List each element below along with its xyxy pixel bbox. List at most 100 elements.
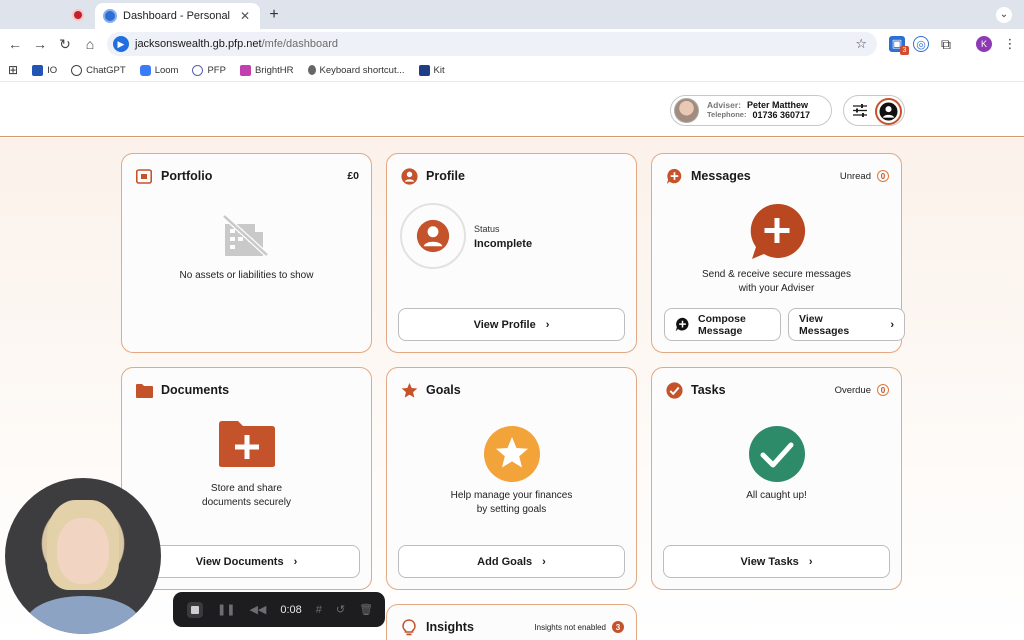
compose-message-button[interactable]: Compose Message [664,308,781,341]
tasks-title: Tasks [691,383,726,397]
unread-label: Unread [839,170,871,182]
delete-icon[interactable]: 🗑 [359,603,373,616]
site-info-icon[interactable]: ▶ [113,36,129,52]
adviser-avatar [674,98,699,123]
bookmark-brighthr[interactable]: BrightHR [239,64,294,76]
reload-button[interactable]: ↻ [56,35,74,53]
portfolio-card[interactable]: Portfolio £0 No assets or liabilities to… [121,153,372,353]
insights-card[interactable]: Insights Insights not enabled 3 [386,604,637,640]
profile-avatar[interactable]: K [976,36,992,52]
extension-2-icon[interactable]: ◎ [913,36,929,52]
recording-controls: ❚❚ ◀◀ 0:08 # ↺ 🗑 [173,592,385,627]
extensions-puzzle-icon[interactable]: ⧉ [938,36,954,52]
pause-icon[interactable]: ❚❚ [217,603,235,616]
address-bar[interactable]: ▶ jacksonswealth.gb.pfp.net/mfe/dashboar… [107,32,877,56]
view-profile-button[interactable]: View Profile › [398,308,625,341]
view-messages-button[interactable]: View Messages › [788,308,905,341]
profile-avatar-icon [416,219,450,253]
recording-tab-icon[interactable] [70,7,86,23]
tab-title: Dashboard - Personal Financ [123,10,232,22]
restart-icon[interactable]: ↺ [336,603,345,616]
bookmarks-bar: ⊞ IO ChatGPT Loom PFP BrightHR Keyboard … [0,59,1024,81]
webcam-overlay[interactable] [5,478,161,634]
browser-tab-strip: Dashboard - Personal Financ ✕ + ⌄ [0,0,1024,29]
all-caught-up-check-icon [749,426,805,482]
bookmark-pfp[interactable]: PFP [192,64,226,76]
lightbulb-icon [400,618,418,636]
profile-title: Profile [426,169,465,183]
view-documents-button[interactable]: View Documents › [133,545,360,578]
goals-card[interactable]: Goals Help manage your finances by settin… [386,367,637,590]
url-path: /mfe/dashboard [261,38,339,50]
view-documents-label: View Documents [195,555,284,568]
view-tasks-button[interactable]: View Tasks › [663,545,890,578]
bookmark-keyboard-shortcuts[interactable]: Keyboard shortcut... [307,64,405,76]
documents-title: Documents [161,383,230,397]
insights-title: Insights [426,620,474,634]
settings-sliders-icon[interactable] [853,104,867,117]
documents-text-line1: Store and share [210,483,283,494]
bookmark-label: PFP [207,64,226,76]
view-profile-label: View Profile [473,318,536,331]
settings-menu[interactable] [843,95,905,126]
portfolio-empty-text: No assets or liabilities to show [179,270,314,281]
site-favicon-icon [103,9,117,23]
profile-icon [400,167,418,185]
close-tab-icon[interactable]: ✕ [238,9,252,23]
home-button[interactable]: ⌂ [81,35,99,53]
new-tab-button[interactable]: + [266,6,282,24]
unread-count-badge: 0 [877,170,889,182]
tab-dashboard[interactable]: Dashboard - Personal Financ ✕ [95,3,260,29]
user-account-icon[interactable] [875,98,902,125]
stop-recording-button[interactable] [187,601,203,618]
forward-button[interactable]: → [31,35,49,53]
profile-status-ring [400,203,466,269]
goals-text-line2: by setting goals [476,504,547,515]
bookmark-label: Kit [433,64,445,76]
bookmark-io[interactable]: IO [32,64,57,76]
bookmark-label: BrightHR [254,64,294,76]
insights-count-badge: 3 [612,621,624,633]
bookmark-loom[interactable]: Loom [139,64,179,76]
back-button[interactable]: ← [6,35,24,53]
add-goals-label: Add Goals [477,555,533,568]
adviser-contact[interactable]: Adviser: Peter Matthew Telephone: 01736 36… [670,95,832,126]
tasks-check-icon [665,381,683,399]
telephone-label: Telephone: [707,109,747,119]
bookmark-star-icon[interactable]: ☆ [855,36,867,52]
rewind-icon[interactable]: ◀◀ [249,603,266,616]
messages-text: Send & receive secure messages with your … [652,268,901,296]
chevron-right-icon: › [890,318,894,331]
add-goals-button[interactable]: Add Goals › [398,545,625,578]
profile-card[interactable]: Profile Status Incomplete View Profile › [386,153,637,353]
view-tasks-label: View Tasks [740,555,799,568]
chevron-right-icon: › [808,555,813,568]
tab-search-button[interactable]: ⌄ [996,7,1012,23]
grid-icon[interactable]: # [316,604,322,616]
portfolio-icon [135,167,153,185]
goals-text-line1: Help manage your finances [450,490,573,501]
goals-title: Goals [426,383,461,397]
bookmark-chatgpt[interactable]: ChatGPT [71,64,126,76]
apps-grid-icon[interactable]: ⊞ [8,63,18,77]
compose-label-line1: Compose [698,312,746,325]
compose-label-line2: Message [698,324,743,337]
browser-menu-icon[interactable]: ⋮ [1002,36,1018,52]
bookmark-label: Loom [154,64,179,76]
messages-icon [665,167,683,185]
browser-toolbar: ← → ↻ ⌂ ▶ jacksonswealth.gb.pfp.net/mfe/… [0,29,1024,59]
profile-status-value: Incomplete [474,238,533,250]
tasks-card[interactable]: Tasks Overdue 0 All caught up! View Tasks… [651,367,902,590]
profile-status-label: Status [474,224,500,234]
bookmark-label: Keyboard shortcut... [319,64,405,76]
folder-icon [135,381,153,399]
portfolio-title: Portfolio [161,169,213,183]
view-messages-line1: View [799,312,823,325]
extension-icon[interactable]: ▣ 3 [889,36,909,55]
messages-card[interactable]: Messages Unread 0 Send & receive secure m… [651,153,905,353]
bookmark-kit[interactable]: Kit [418,64,445,76]
goals-star-badge-icon [484,426,540,482]
chevron-right-icon: › [542,555,546,568]
adviser-telephone: 01736 360717 [752,109,811,120]
tasks-text: All caught up! [746,490,807,501]
